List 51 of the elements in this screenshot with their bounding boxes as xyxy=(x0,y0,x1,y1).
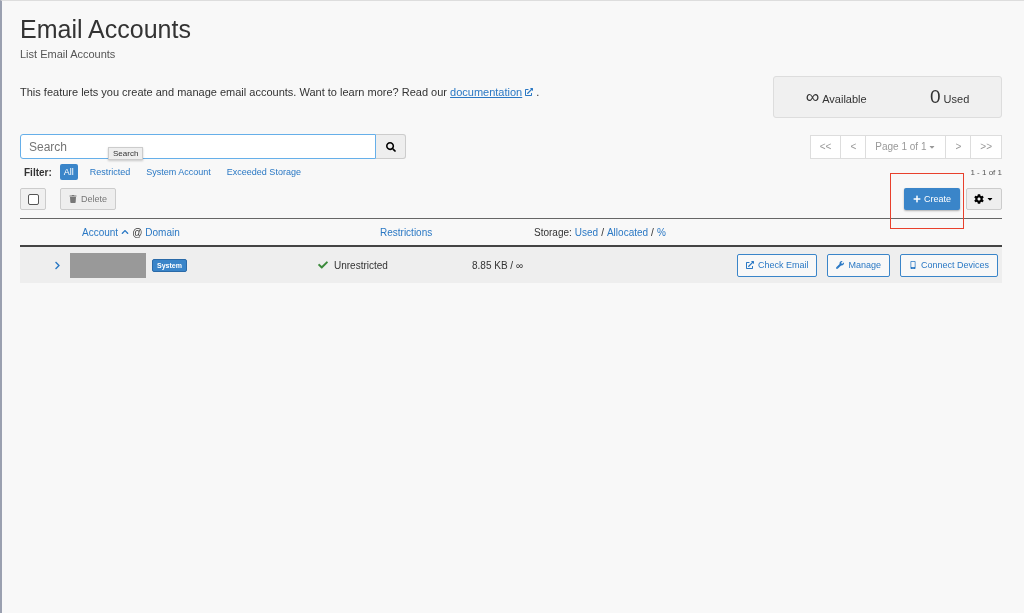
page-subtitle: List Email Accounts xyxy=(20,48,117,60)
first-page-button[interactable]: << xyxy=(809,134,842,159)
expand-icon[interactable] xyxy=(53,260,62,270)
storage-sort-link[interactable]: Allocated xyxy=(606,226,649,238)
filter-option[interactable]: Exceeded Storage xyxy=(222,164,305,180)
storage-sort-link[interactable]: Used xyxy=(574,226,599,238)
restriction-status: Unrestricted xyxy=(334,259,388,271)
last-page-button[interactable]: >> xyxy=(970,134,1002,159)
filter-option[interactable]: Restricted xyxy=(85,164,135,180)
external-link-icon xyxy=(525,88,534,96)
search-icon xyxy=(385,141,396,152)
storage-usage: 8.85 KB / ∞ xyxy=(472,259,525,271)
account-column-header[interactable]: Account xyxy=(82,226,119,238)
row-action-button[interactable]: Connect Devices xyxy=(899,253,998,277)
previous-page-button[interactable]: < xyxy=(840,134,867,159)
create-button[interactable]: Create xyxy=(904,188,960,210)
gear-icon xyxy=(974,194,984,204)
page-select[interactable]: Page 1 of 1 xyxy=(865,134,947,159)
delete-button[interactable]: Delete xyxy=(60,188,116,210)
storage-header-text: / xyxy=(651,226,654,238)
select-all-checkbox[interactable] xyxy=(20,188,46,210)
stat-label: Available xyxy=(822,93,867,105)
stat-label: Used xyxy=(943,93,970,105)
next-page-button[interactable]: > xyxy=(945,134,972,159)
storage-header-text: / xyxy=(601,226,604,238)
filter-option[interactable]: All xyxy=(59,164,78,180)
tooltip: Search xyxy=(108,147,144,160)
domain-column-header[interactable]: Domain xyxy=(145,226,180,238)
at-sign: @ xyxy=(132,226,143,238)
results-range: 1 - 1 of 1 xyxy=(970,167,1002,177)
trash-icon xyxy=(69,195,77,203)
phone-icon xyxy=(908,261,917,269)
stat-value: ∞ xyxy=(805,86,820,108)
description-text: This feature lets you create and manage email accounts. Want to learn more? Read our documentation . xyxy=(20,86,540,98)
stat-value: 0 xyxy=(930,86,941,108)
external-link-icon xyxy=(745,261,754,269)
row-action-button[interactable]: Manage xyxy=(827,253,890,277)
storage-header-text: Storage: xyxy=(534,226,572,238)
sort-icon xyxy=(121,228,130,236)
search-button[interactable] xyxy=(376,134,406,159)
filter-option[interactable]: System Account xyxy=(142,164,215,180)
plus-icon xyxy=(913,195,921,203)
filter-label: Filter: xyxy=(24,166,52,178)
row-action-button[interactable]: Check Email xyxy=(736,253,818,277)
caret-icon xyxy=(986,195,994,203)
documentation-link[interactable]: documentation xyxy=(450,86,534,98)
page-title: Email Accounts xyxy=(20,15,192,44)
wrench-icon xyxy=(836,261,845,269)
restrictions-column-header[interactable]: Restrictions xyxy=(380,226,534,238)
storage-sort-link[interactable]: % xyxy=(656,226,666,238)
settings-button[interactable] xyxy=(966,188,1002,210)
